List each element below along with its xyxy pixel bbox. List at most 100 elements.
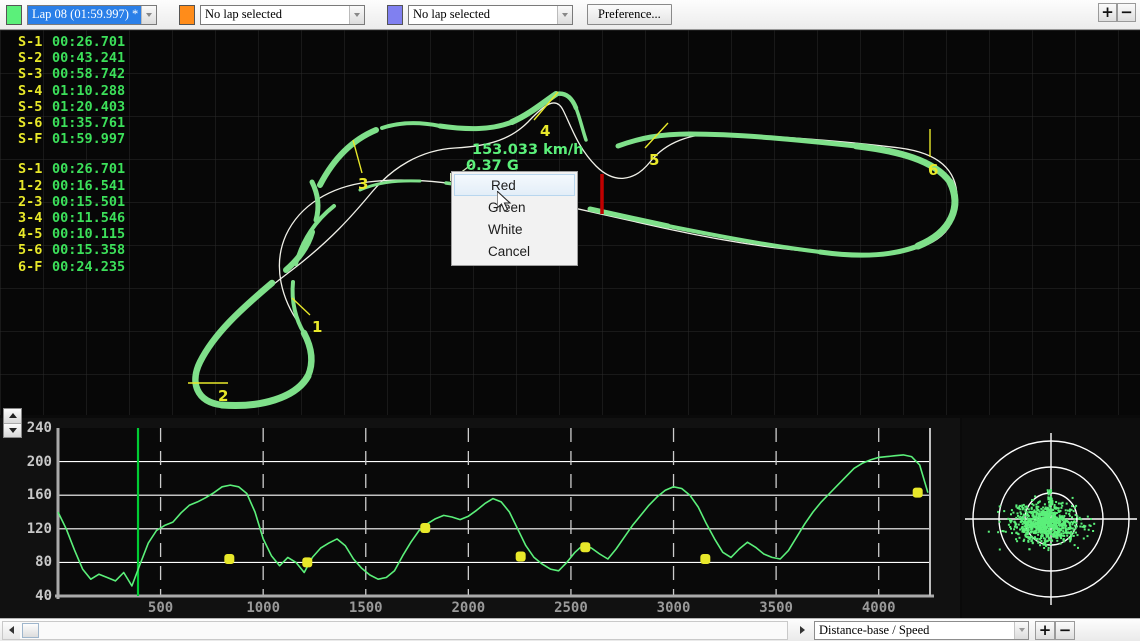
sector-row: 3-4 00:11.546 (18, 210, 125, 226)
sector-marker-4: 4 (540, 122, 551, 140)
color-context-menu[interactable]: RedGreenWhiteCancel (451, 171, 578, 266)
display-mode-combobox[interactable]: Distance-base / Speed (814, 620, 1029, 640)
sector-key: S-6 (18, 115, 43, 132)
sector-time: 00:16.541 (52, 177, 126, 194)
sector-time: 01:59.997 (52, 131, 126, 148)
lap2-color-swatch[interactable] (179, 4, 195, 25)
sector-key: 6-F (18, 258, 43, 275)
x-tick-label: 1000 (246, 600, 281, 616)
chevron-down-icon[interactable] (1014, 621, 1028, 639)
lap1-color-swatch[interactable] (6, 4, 22, 25)
y-tick-label: 160 (26, 487, 52, 504)
zoom-in-button[interactable]: + (1098, 3, 1117, 22)
x-tick-label: 3000 (656, 600, 691, 616)
lap2-combobox[interactable]: No lap selected (200, 4, 365, 25)
sector-row: 2-3 00:15.501 (18, 194, 125, 210)
gg-diagram[interactable] (962, 418, 1140, 618)
track-map-panel[interactable]: S-1 00:26.701 S-2 00:43.241 S-3 00:58.742 S-4 0… (0, 30, 1140, 415)
spinner-down-button[interactable] (4, 423, 21, 437)
lap2-combobox-value: No lap selected (205, 7, 283, 21)
sector-time: 00:26.701 (52, 34, 126, 50)
context-menu-item-white[interactable]: White (452, 218, 577, 240)
chart-sector-marker (515, 551, 526, 562)
chevron-down-icon[interactable] (349, 5, 364, 24)
sector-key: 4-5 (18, 226, 43, 243)
chart-zoom-in-button[interactable]: + (1035, 620, 1055, 640)
x-tick-label: 4000 (861, 600, 896, 616)
sector-key: 2-3 (18, 193, 43, 210)
sector-key: S-3 (18, 66, 43, 83)
chevron-down-icon[interactable] (141, 5, 156, 24)
context-menu-item-cancel[interactable]: Cancel (452, 240, 577, 262)
scrollbar-thumb[interactable] (22, 622, 39, 638)
sector-key: 3-4 (18, 210, 43, 227)
sector-time: 00:10.115 (52, 226, 126, 243)
split-sector-list: S-1 00:26.701 1-2 00:16.541 2-3 00:15.501 3-4 0… (18, 161, 125, 274)
sector-key: 5-6 (18, 242, 43, 259)
sector-marker-1: 1 (312, 318, 323, 336)
gg-diagram-canvas (962, 418, 1140, 618)
sector-key: 1-2 (18, 177, 43, 194)
sector-time: 00:11.546 (52, 210, 126, 227)
lap1-combobox[interactable]: Lap 08 (01:59.997) * (27, 4, 157, 25)
sector-time: 01:35.761 (52, 115, 126, 132)
top-toolbar: Lap 08 (01:59.997) * No lap selected No … (0, 0, 1140, 30)
chart-sector-marker (580, 542, 591, 553)
sector-row: S-5 01:20.403 (18, 99, 125, 115)
horizontal-scrollbar[interactable] (2, 620, 788, 640)
sector-row: 1-2 00:16.541 (18, 178, 125, 194)
spinner-up-button[interactable] (4, 409, 21, 424)
sector-time: 00:58.742 (52, 66, 126, 83)
y-tick-label: 200 (26, 453, 52, 470)
x-tick-label: 3500 (759, 600, 793, 616)
sector-time: 00:24.235 (52, 258, 126, 275)
sector-row: S-3 00:58.742 (18, 66, 125, 82)
sector-marker-2: 2 (218, 387, 229, 405)
sector-row: S-F 01:59.997 (18, 131, 125, 147)
sector-row: S-1 00:26.701 (18, 34, 125, 50)
y-tick-label: 80 (35, 554, 52, 571)
sector-time: 01:10.288 (52, 82, 126, 99)
cumulative-sector-list: S-1 00:26.701 S-2 00:43.241 S-3 00:58.742 S-4 0… (18, 34, 125, 147)
chart-zoom-controls: + − (1035, 620, 1075, 640)
display-mode-value: Distance-base / Speed (819, 622, 930, 637)
chevron-down-icon[interactable] (557, 5, 572, 24)
sector-time: 00:43.241 (52, 50, 126, 67)
sector-row: S-4 01:10.288 (18, 83, 125, 99)
lap3-combobox-value: No lap selected (413, 7, 491, 21)
sector-key: S-1 (18, 34, 43, 50)
lap3-color-swatch[interactable] (387, 4, 403, 25)
x-tick-label: 1500 (348, 600, 383, 616)
chart-sector-marker (302, 557, 313, 568)
sector-marker-5: 5 (649, 151, 660, 169)
mouse-cursor-icon (497, 191, 512, 212)
x-tick-label: 500 (147, 600, 174, 616)
lap3-combobox[interactable]: No lap selected (408, 4, 573, 25)
sector-key: S-1 (18, 161, 43, 178)
vertical-scale-spinner[interactable] (3, 408, 22, 438)
chart-sector-marker (700, 554, 711, 565)
preference-button[interactable]: Preference... (587, 4, 672, 25)
status-bar: Distance-base / Speed + − (0, 618, 1140, 641)
chart-sector-marker (912, 487, 923, 498)
speed-trace-canvas (0, 418, 960, 618)
y-tick-label: 120 (26, 520, 52, 537)
app-root: Lap 08 (01:59.997) * No lap selected No … (0, 0, 1140, 641)
chart-sector-marker (224, 554, 235, 565)
chart-sector-marker (420, 522, 431, 533)
speed-trace-chart[interactable]: 240 200 160 120 80 40 500 1000 1500 2000 2500 3000… (0, 418, 960, 618)
sector-marker-6: 6 (928, 161, 939, 179)
speed-readout: 153.033 km/h (472, 142, 584, 158)
zoom-out-button[interactable]: − (1117, 3, 1136, 22)
chart-zoom-out-button[interactable]: − (1055, 620, 1075, 640)
sector-row: S-6 01:35.761 (18, 115, 125, 131)
x-tick-label: 2000 (451, 600, 486, 616)
play-forward-button[interactable] (792, 621, 812, 640)
sector-time: 00:15.501 (52, 193, 126, 210)
sector-time: 00:26.701 (52, 161, 126, 178)
sector-key: S-5 (18, 98, 43, 115)
sector-row: 6-F 00:24.235 (18, 259, 125, 275)
sector-marker-3: 3 (358, 175, 369, 193)
sector-key: S-4 (18, 82, 43, 99)
scroll-left-button[interactable] (3, 621, 20, 639)
